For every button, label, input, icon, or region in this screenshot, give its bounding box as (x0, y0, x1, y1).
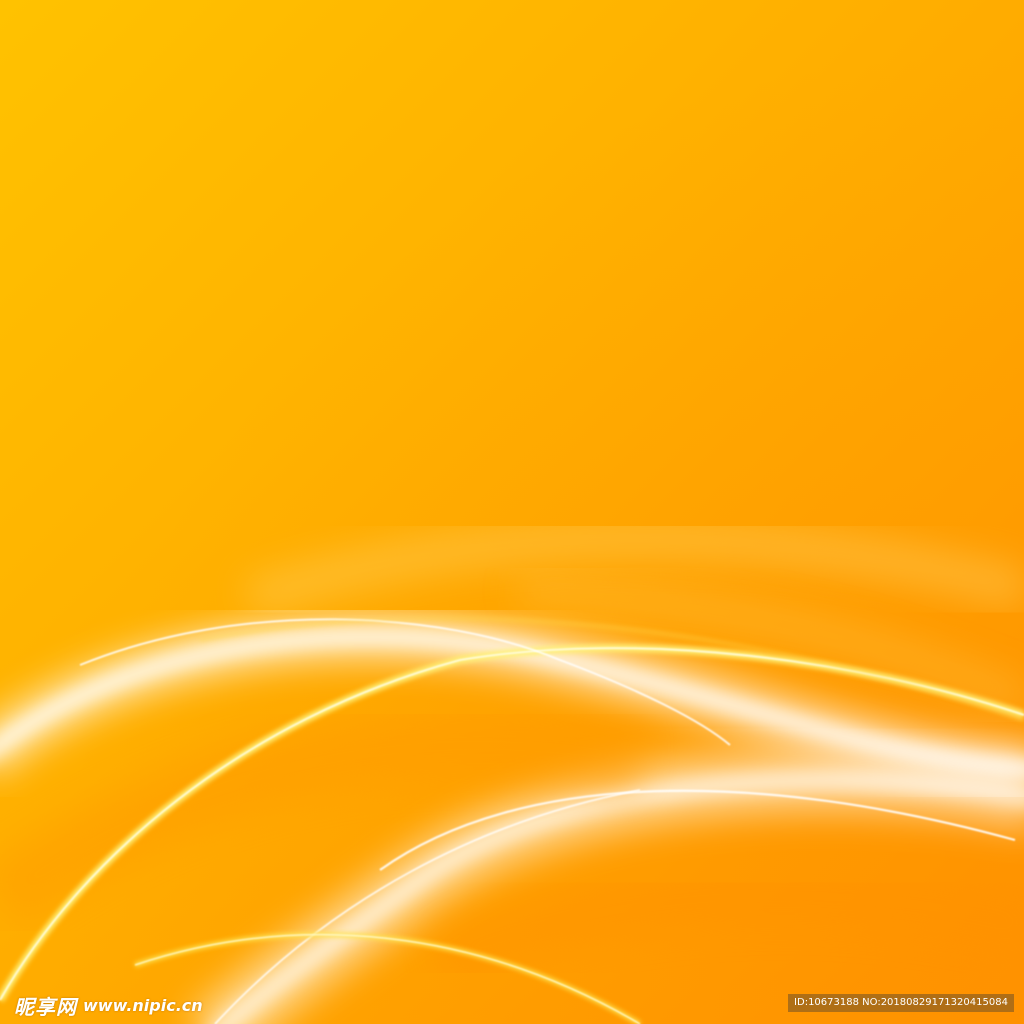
watermark-url: www.nipic.cn (83, 995, 203, 1015)
site-watermark: 昵享网 www.nipic.cn (14, 992, 203, 1019)
light-wave-graphic (0, 0, 1024, 1024)
wave-background-image: 昵享网 www.nipic.cn ID:10673188 NO:20180829… (0, 0, 1024, 1024)
image-id-label: ID:10673188 NO:20180829171320415084 (788, 994, 1014, 1012)
watermark-logo-text: 昵享网 (14, 994, 77, 1019)
